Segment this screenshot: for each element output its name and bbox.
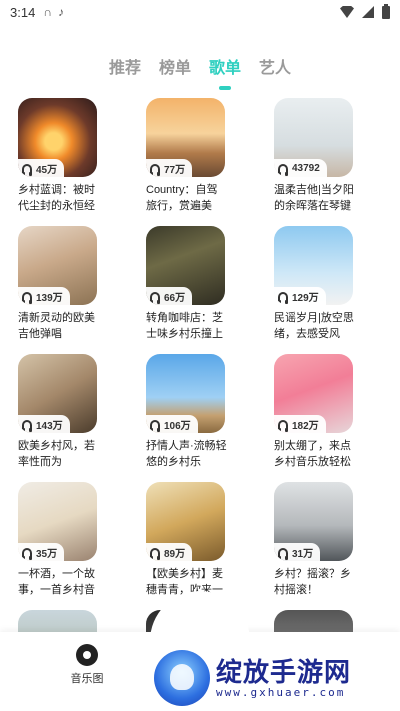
headphones-icon (278, 547, 288, 560)
play-count-badge: 77万 (146, 159, 193, 177)
playlist-card[interactable]: 66万 转角咖啡店：芝士味乡村乐撞上柠... (146, 226, 232, 354)
playlist-cover: 106万 (146, 354, 225, 433)
headphones-icon (150, 547, 160, 560)
play-count-badge: 143万 (18, 415, 70, 433)
wifi-icon (340, 6, 354, 18)
playlist-cover: 89万 (146, 482, 225, 561)
headphones-icon (150, 419, 160, 432)
playlist-card[interactable]: 129万 民谣岁月|放空思绪，去感受风 (274, 226, 360, 354)
headset-icon: ∩ (43, 5, 52, 19)
playlist-title: 别太绷了，来点乡村音乐放轻松 (274, 440, 351, 468)
category-tabs: 推荐 榜单 歌单 艺人 (0, 54, 400, 90)
watermark-title: 绽放手游网 (216, 658, 352, 688)
playlist-title: 乡村蓝调：被时代尘封的永恒经典 (18, 184, 95, 212)
tab-recommend[interactable]: 推荐 (109, 54, 141, 78)
play-count-badge: 31万 (274, 543, 321, 561)
playlist-cover: 182万 (274, 354, 353, 433)
play-count-badge: 182万 (274, 415, 326, 433)
headphones-icon (150, 291, 160, 304)
play-count-badge: 106万 (146, 415, 198, 433)
playlist-card[interactable]: 143万 欧美乡村风，若率性而为 (18, 354, 104, 482)
playlist-card[interactable]: 45万 乡村蓝调：被时代尘封的永恒经典 (18, 98, 104, 226)
playlist-cover: 35万 (18, 482, 97, 561)
play-count-badge: 129万 (274, 287, 326, 305)
playlist-card[interactable]: 31万 乡村？摇滚？乡村摇滚！ (274, 482, 360, 610)
playlist-cover: 66万 (146, 226, 225, 305)
play-count-badge: 43792 (274, 159, 327, 177)
playlist-title: 乡村？摇滚？乡村摇滚！ (274, 568, 351, 596)
play-count: 139万 (36, 292, 63, 304)
playlist-cover: 45万 (18, 98, 97, 177)
play-count-badge: 66万 (146, 287, 193, 305)
play-count: 143万 (36, 420, 63, 432)
headphones-icon (278, 291, 288, 304)
headphones-icon (22, 547, 32, 560)
watermark-url: www.gxhuaer.com (216, 686, 346, 699)
status-time: 3:14 (10, 4, 36, 20)
playlist-title: 民谣岁月|放空思绪，去感受风 (274, 312, 354, 340)
playlist-cover: 77万 (146, 98, 225, 177)
play-count: 89万 (164, 548, 186, 560)
playlist-cover: 31万 (274, 482, 353, 561)
playlist-cover: 43792 (274, 98, 353, 177)
play-count: 106万 (164, 420, 191, 432)
watermark: 绽放手游网 www.gxhuaer.com (150, 646, 400, 711)
playlist-title: 欧美乡村风，若率性而为 (18, 440, 95, 468)
playlist-cover: 129万 (274, 226, 353, 305)
tiktok-icon: ♪ (57, 5, 64, 19)
play-count-badge: 45万 (18, 159, 65, 177)
playlist-title: 温柔吉他|当夕阳的余晖落在琴键上 (274, 184, 354, 212)
play-count: 77万 (164, 164, 186, 176)
play-count: 35万 (36, 548, 58, 560)
tab-artists[interactable]: 艺人 (259, 54, 291, 78)
playlist-card[interactable]: 139万 清新灵动的欧美吉他弹唱 (18, 226, 104, 354)
battery-icon (382, 3, 390, 19)
headphones-icon (278, 419, 288, 432)
bottom-nav-label: 音乐图 (70, 673, 104, 685)
play-count-badge: 89万 (146, 543, 193, 561)
playlist-title: 清新灵动的欧美吉他弹唱 (18, 312, 95, 340)
playlist-cover: 139万 (18, 226, 97, 305)
play-count: 45万 (36, 164, 58, 176)
playlist-card[interactable]: 182万 别太绷了，来点乡村音乐放轻松 (274, 354, 360, 482)
tab-charts[interactable]: 榜单 (159, 54, 191, 78)
headphones-icon (22, 291, 32, 304)
playlist-card[interactable]: 35万 一杯酒，一个故事，一首乡村音乐 (18, 482, 104, 610)
playlist-card[interactable]: 77万 Country：自驾旅行，赏遍美景，... (146, 98, 232, 226)
headphones-icon (22, 419, 32, 432)
playlist-title: Country：自驾旅行，赏遍美景，... (146, 184, 218, 212)
play-count: 43792 (292, 162, 320, 174)
tab-playlists[interactable]: 歌单 (209, 54, 241, 90)
disc-icon (76, 644, 98, 666)
headphones-icon (150, 163, 160, 176)
play-count: 129万 (292, 292, 319, 304)
play-count: 31万 (292, 548, 314, 560)
playlist-title: 一杯酒，一个故事，一首乡村音乐 (18, 568, 95, 596)
headphones-icon (22, 163, 32, 176)
playlist-title: 抒情人声·流畅轻悠的乡村乐 (146, 440, 227, 468)
playlist-card[interactable]: 43792 温柔吉他|当夕阳的余晖落在琴键上 (274, 98, 360, 226)
signal-icon (362, 6, 374, 18)
playlist-card[interactable]: 106万 抒情人声·流畅轻悠的乡村乐 (146, 354, 232, 482)
octopus-logo-icon (154, 650, 210, 706)
playlist-card[interactable]: 89万 【欧美乡村】麦穗青青，吹来一阵... (146, 482, 232, 610)
bottom-nav-music[interactable]: 音乐图 (62, 644, 112, 686)
playlist-title: 转角咖啡店：芝士味乡村乐撞上柠... (146, 312, 223, 340)
play-count-badge: 139万 (18, 287, 70, 305)
playlist-cover: 143万 (18, 354, 97, 433)
status-bar: 3:14 ∩ ♪ (0, 0, 400, 24)
play-count: 66万 (164, 292, 186, 304)
headphones-icon (278, 163, 288, 176)
play-count-badge: 35万 (18, 543, 65, 561)
play-count: 182万 (292, 420, 319, 432)
